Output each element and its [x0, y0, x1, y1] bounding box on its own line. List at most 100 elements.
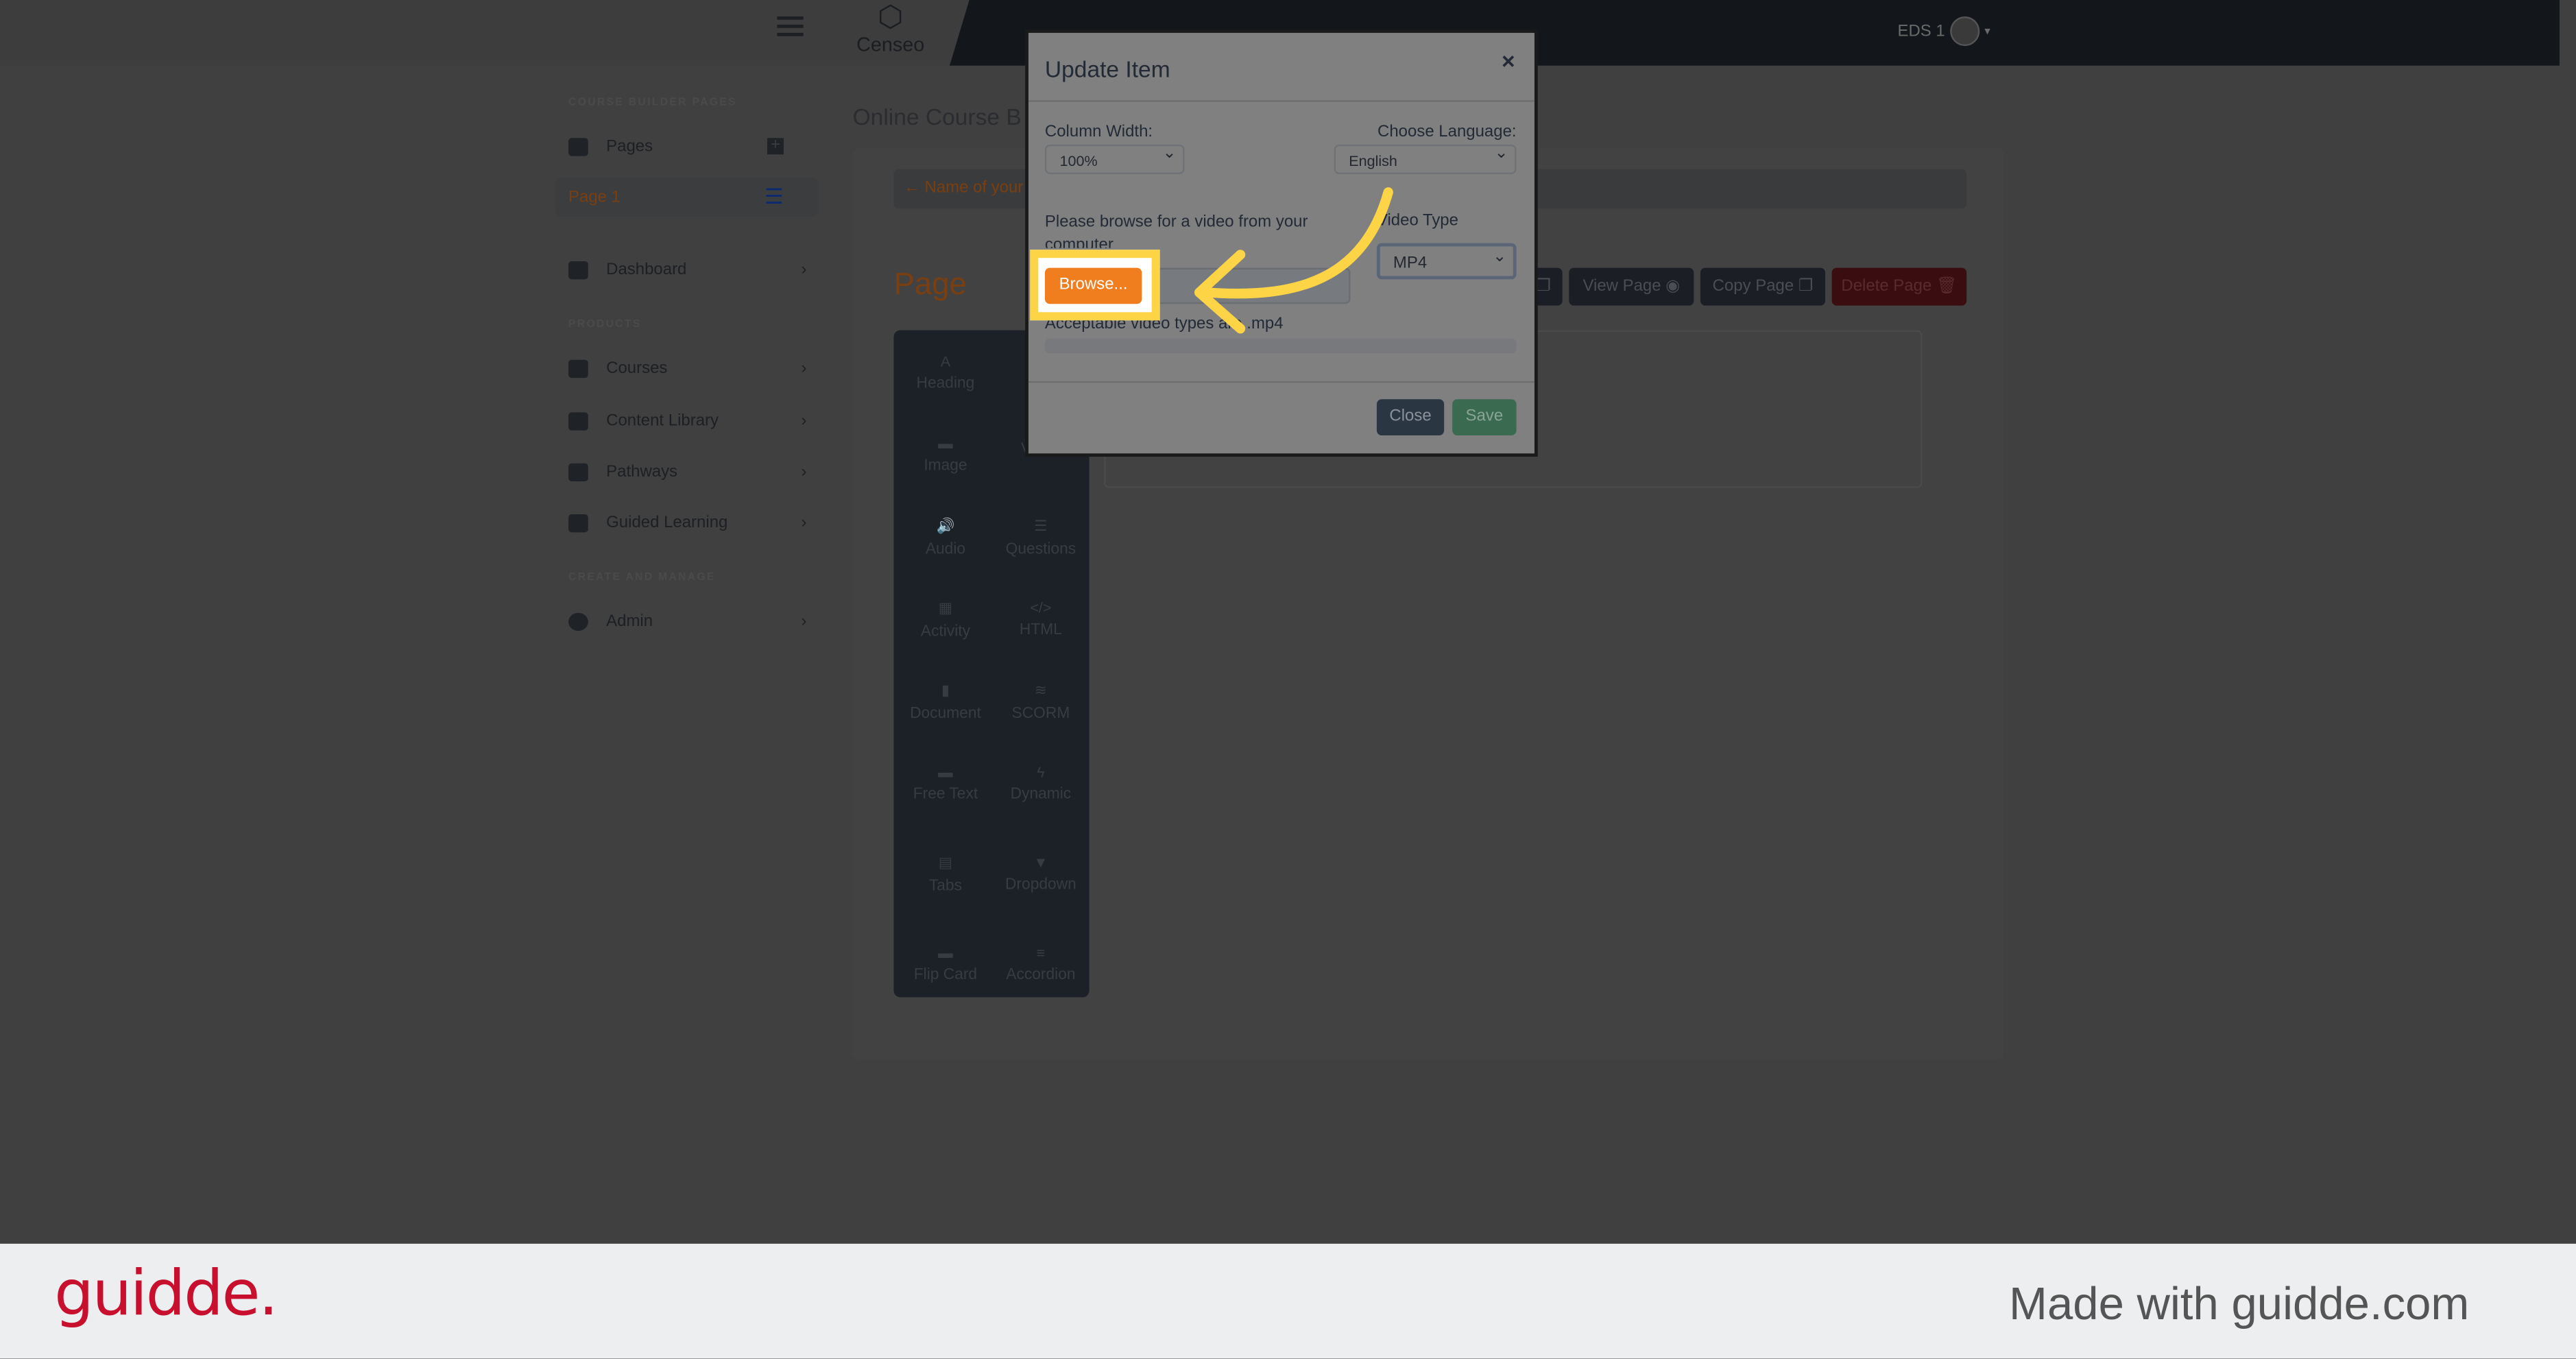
sidebar-section-create: CREATE AND MANAGE: [568, 571, 716, 584]
close-button[interactable]: Close: [1376, 399, 1445, 435]
hamburger-menu-icon[interactable]: [777, 16, 804, 40]
browse-button[interactable]: Browse...: [1044, 267, 1142, 304]
close-icon[interactable]: ×: [1502, 47, 1515, 73]
content-library-label: Content Library: [606, 411, 719, 430]
delete-page-button[interactable]: Delete Page 🗑: [1831, 267, 1967, 306]
eye-icon: ◉: [1665, 277, 1681, 296]
tool-accordion[interactable]: ≡ Accordion: [992, 945, 1089, 985]
page-title: Online Course B: [852, 103, 1022, 130]
copy-icon: ❐: [1536, 277, 1551, 296]
pathways-label: Pathways: [606, 462, 678, 481]
sidebar-section-products: PRODUCTS: [568, 318, 642, 330]
tool-html[interactable]: </> HTML: [992, 600, 1089, 640]
pages-label: Pages: [606, 137, 653, 156]
tool-icon: ▬: [938, 944, 953, 961]
tool-dynamic[interactable]: ϟ Dynamic: [992, 764, 1089, 804]
courses-label: Courses: [606, 359, 668, 377]
guided-learning-label: Guided Learning: [606, 513, 728, 532]
tool-icon: ≋: [1034, 682, 1047, 699]
logo[interactable]: ⬡ Censeo: [851, 0, 930, 56]
tool-flip-card[interactable]: ▬ Flip Card: [897, 945, 994, 985]
copy-page-label: Copy Page: [1712, 277, 1794, 296]
user-name: EDS 1: [1897, 22, 1945, 40]
tool-icon: 🔊: [936, 517, 955, 534]
tool-icon: ▮: [941, 682, 950, 699]
dashboard-icon: [568, 260, 588, 279]
sidebar-section-course-builder: COURSE BUILDER PAGES: [568, 97, 737, 109]
tool-icon: ▬: [938, 435, 953, 452]
tool-label: HTML: [1019, 621, 1062, 640]
tool-questions[interactable]: ☰ Questions: [992, 518, 1089, 559]
avatar-icon: [1949, 16, 1980, 47]
divider: [1028, 100, 1534, 102]
tool-label: Tabs: [928, 877, 962, 895]
sidebar-item-pathways[interactable]: Pathways ›: [568, 455, 806, 488]
trash-icon: 🗑: [1936, 277, 1958, 296]
logo-text: Censeo: [856, 32, 925, 56]
tool-label: Audio: [925, 540, 966, 559]
choose-language-label: Choose Language:: [1377, 123, 1517, 142]
tool-image[interactable]: ▬ Image: [897, 435, 994, 475]
menu-lines-icon[interactable]: ☰: [765, 184, 784, 210]
add-page-icon[interactable]: +: [767, 137, 784, 155]
clipboard-icon: [568, 513, 588, 532]
award-icon: [568, 462, 588, 481]
sidebar-item-guided-learning[interactable]: Guided Learning ›: [568, 506, 806, 539]
user-menu[interactable]: EDS 1 ▾: [1897, 16, 1990, 47]
tool-scorm[interactable]: ≋ SCORM: [992, 682, 1089, 723]
tool-icon: ϟ: [1037, 764, 1045, 781]
tool-label: Questions: [1005, 540, 1076, 559]
chevron-right-icon: ›: [801, 513, 807, 532]
courses-icon: [568, 359, 588, 377]
arrow-left-icon: ←: [903, 179, 925, 197]
tool-icon: </>: [1030, 599, 1052, 616]
tool-label: Dynamic: [1010, 785, 1072, 804]
chevron-right-icon: ›: [801, 612, 807, 630]
tool-dropdown[interactable]: ▼ Dropdown: [992, 854, 1089, 894]
guidde-logo: guidde.: [54, 1257, 278, 1330]
sidebar-item-dashboard[interactable]: Dashboard ›: [568, 253, 806, 286]
sidebar-item-courses[interactable]: Courses ›: [568, 352, 806, 385]
bank-icon: [568, 137, 588, 156]
tool-label: Activity: [920, 623, 971, 641]
tool-label: Image: [924, 457, 967, 475]
tool-audio[interactable]: 🔊 Audio: [897, 518, 994, 559]
pointer-arrow-icon: [1194, 187, 1393, 334]
tool-activity[interactable]: ▦ Activity: [897, 600, 994, 641]
tool-label: Heading: [916, 374, 975, 393]
tool-label: Dropdown: [1005, 876, 1076, 894]
column-width-label: Column Width:: [1044, 123, 1153, 142]
tool-icon: ▦: [938, 599, 953, 616]
tool-label: Flip Card: [913, 965, 978, 985]
tool-icon: ▤: [938, 854, 953, 871]
sidebar-item-pages[interactable]: Pages +: [568, 130, 806, 163]
tool-free-text[interactable]: ▬ Free Text: [897, 764, 994, 804]
modal-title: Update Item: [1044, 56, 1170, 82]
delete-page-label: Delete Page: [1841, 277, 1932, 296]
tool-document[interactable]: ▮ Document: [897, 682, 994, 723]
copy-page-button[interactable]: Copy Page ❐: [1700, 267, 1826, 306]
book-icon: [568, 411, 588, 430]
made-with-text: Made with guidde.com: [2009, 1278, 2470, 1330]
tool-icon: ≡: [1036, 944, 1046, 961]
save-button[interactable]: Save: [1452, 399, 1517, 435]
page-heading: Page: [893, 267, 967, 302]
sidebar-item-admin[interactable]: Admin ›: [568, 605, 806, 638]
sidebar-item-page-1[interactable]: Page 1 ☰: [568, 181, 806, 214]
tool-icon: A: [940, 353, 951, 370]
chevron-right-icon: ›: [801, 411, 807, 430]
tool-heading[interactable]: A Heading: [897, 353, 994, 393]
sidebar-item-content-library[interactable]: Content Library ›: [568, 404, 806, 437]
view-page-button[interactable]: View Page ◉: [1569, 267, 1694, 306]
copy-icon: ❐: [1798, 277, 1814, 296]
gear-icon: [568, 612, 588, 630]
tool-icon: ▬: [938, 764, 953, 781]
view-page-label: View Page: [1582, 277, 1661, 296]
tool-tabs[interactable]: ▤ Tabs: [897, 854, 994, 895]
tool-icon: ▼: [1033, 854, 1048, 871]
tool-label: SCORM: [1011, 704, 1070, 723]
page1-label: Page 1: [568, 188, 621, 206]
tool-label: Document: [910, 704, 981, 723]
tool-label: Accordion: [1006, 965, 1076, 985]
tool-label: Free Text: [913, 785, 978, 804]
